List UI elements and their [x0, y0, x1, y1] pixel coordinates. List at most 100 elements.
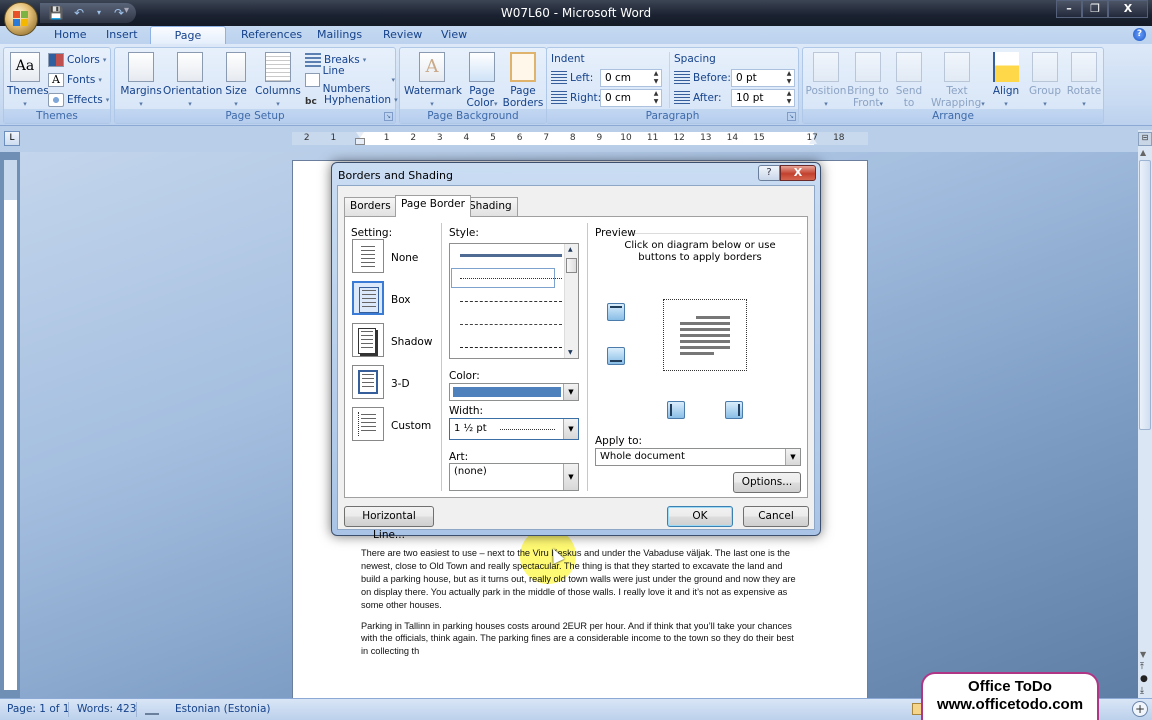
rotate-button[interactable]: Rotate ▾ — [1065, 52, 1103, 110]
scroll-down-icon[interactable]: ▼ — [1140, 650, 1146, 659]
paragraph[interactable]: Parking in Tallinn in parking houses cos… — [361, 620, 801, 659]
top-border-button[interactable] — [607, 303, 625, 321]
spacing-after-input[interactable]: 10 pt ▲ ▼ — [731, 89, 795, 107]
left-border-button[interactable] — [667, 401, 685, 419]
spacing-before-spinner[interactable]: ▲ ▼ — [784, 70, 794, 86]
orientation-button[interactable]: Orientation ▾ — [163, 52, 222, 110]
apply-to-dropdown[interactable]: Whole document ▼ — [595, 448, 801, 466]
setting-box-icon[interactable] — [352, 281, 384, 315]
vertical-ruler[interactable] — [4, 160, 17, 690]
setting-shadow-icon[interactable] — [352, 323, 384, 357]
preview-page[interactable] — [663, 299, 747, 371]
spacing-after-spinner[interactable]: ▲ ▼ — [784, 90, 794, 106]
colors-button[interactable]: Colors ▾ — [48, 51, 106, 69]
width-dropdown-arrow-icon[interactable]: ▼ — [563, 419, 578, 439]
next-page-icon[interactable]: ⤓ — [1140, 686, 1144, 696]
style-scroll-thumb[interactable] — [566, 258, 577, 273]
indent-left-spinner[interactable]: ▲ ▼ — [651, 70, 661, 86]
fonts-button[interactable]: A Fonts ▾ — [48, 71, 102, 89]
previous-page-icon[interactable]: ⤒ — [1140, 662, 1144, 672]
cancel-button[interactable]: Cancel — [743, 506, 809, 527]
dialog-tab-page-border[interactable]: Page Border — [395, 195, 471, 217]
width-dropdown[interactable]: 1 ½ pt ▼ — [449, 418, 579, 440]
art-dropdown[interactable]: (none) ▼ — [449, 463, 579, 491]
setting-box-label[interactable]: Box — [391, 294, 411, 306]
setting-3d-icon[interactable] — [352, 365, 384, 399]
language-indicator[interactable]: Estonian (Estonia) — [175, 703, 271, 715]
scroll-thumb[interactable] — [1139, 160, 1151, 430]
indent-right-input[interactable]: 0 cm ▲ ▼ — [600, 89, 662, 107]
style-option-dash-dot[interactable] — [460, 347, 562, 348]
page-count[interactable]: Page: 1 of 1 — [7, 703, 69, 715]
style-option-dashed[interactable] — [460, 324, 562, 325]
align-button[interactable]: Align ▾ — [989, 52, 1023, 110]
page-color-button[interactable]: Page Color▾ — [462, 52, 502, 110]
dialog-tab-borders[interactable]: Borders — [344, 197, 397, 216]
help-icon[interactable]: ? — [1133, 28, 1146, 41]
tab-view[interactable]: View — [435, 26, 473, 44]
setting-none-label[interactable]: None — [391, 252, 418, 264]
page-setup-launcher-icon[interactable]: ↘ — [384, 112, 393, 121]
horizontal-line-button[interactable]: Horizontal Line... — [344, 506, 434, 541]
spacing-before-input[interactable]: 0 pt ▲ ▼ — [731, 69, 795, 87]
restore-button[interactable]: ❐ — [1082, 0, 1108, 18]
bring-to-front-button[interactable]: Bring to Front▾ — [847, 52, 889, 110]
dialog-help-button[interactable]: ? — [758, 165, 780, 181]
line-numbers-button[interactable]: Line Numbers ▾ — [305, 65, 395, 95]
art-dropdown-arrow-icon[interactable]: ▼ — [563, 464, 578, 490]
tab-references[interactable]: References — [235, 26, 308, 44]
text-wrapping-button[interactable]: Text Wrapping▾ — [931, 52, 985, 110]
setting-none-icon[interactable] — [352, 239, 384, 273]
themes-button[interactable]: Aa Themes ▾ — [7, 52, 49, 110]
style-scrollbar[interactable]: ▲ ▼ — [564, 244, 578, 358]
columns-button[interactable]: Columns ▾ — [255, 52, 301, 110]
style-scroll-up-icon[interactable]: ▲ — [568, 246, 573, 253]
style-option-solid[interactable] — [460, 254, 562, 257]
word-count[interactable]: Words: 423 — [77, 703, 136, 715]
style-option-dashed-small[interactable] — [460, 301, 562, 302]
dialog-tab-shading[interactable]: Shading — [463, 197, 518, 216]
dialog-close-button[interactable]: X — [780, 165, 816, 181]
setting-custom-label[interactable]: Custom — [391, 420, 431, 432]
tab-review[interactable]: Review — [377, 26, 428, 44]
left-indent-marker[interactable] — [355, 138, 365, 145]
paragraph[interactable]: There are two easiest to use – next to t… — [361, 547, 801, 612]
margins-button[interactable]: Margins ▾ — [119, 52, 163, 110]
minimize-button[interactable]: – — [1056, 0, 1082, 18]
proofing-icon[interactable] — [145, 703, 159, 715]
watermark-button[interactable]: A Watermark ▾ — [404, 52, 462, 110]
setting-custom-icon[interactable] — [352, 407, 384, 441]
view-ruler-icon[interactable]: ⊟ — [1138, 132, 1152, 146]
setting-3d-label[interactable]: 3-D — [391, 378, 410, 390]
page-borders-button[interactable]: Page Borders — [502, 52, 544, 109]
bottom-border-button[interactable] — [607, 347, 625, 365]
apply-to-dropdown-arrow-icon[interactable]: ▼ — [785, 449, 800, 465]
hyphenation-button[interactable]: bc Hyphenation ▾ — [305, 91, 398, 109]
vertical-scrollbar[interactable]: ⊟ ▲ ▼ ⤒ ● ⤓ — [1138, 130, 1152, 698]
tab-insert[interactable]: Insert — [100, 26, 144, 44]
position-button[interactable]: Position ▾ — [805, 52, 847, 110]
color-dropdown-arrow-icon[interactable]: ▼ — [563, 384, 578, 400]
style-scroll-down-icon[interactable]: ▼ — [568, 349, 573, 356]
right-border-button[interactable] — [725, 401, 743, 419]
tab-page-layout[interactable]: Page Layout — [150, 26, 226, 60]
office-button[interactable] — [4, 2, 38, 36]
right-indent-marker[interactable] — [809, 137, 817, 144]
scroll-up-icon[interactable]: ▲ — [1140, 148, 1146, 157]
group-button[interactable]: Group ▾ — [1027, 52, 1063, 110]
style-listbox[interactable]: ▲ ▼ — [449, 243, 579, 359]
tab-mailings[interactable]: Mailings — [311, 26, 368, 44]
size-button[interactable]: Size ▾ — [221, 52, 251, 110]
preview-diagram[interactable] — [593, 217, 807, 417]
horizontal-ruler[interactable]: 2 1 1 2 3 4 5 6 7 8 9 10 11 12 13 14 15 17 18 — [292, 132, 868, 145]
indent-left-input[interactable]: 0 cm ▲ ▼ — [600, 69, 662, 87]
document-body[interactable]: There are two easiest to use – next to t… — [361, 547, 801, 666]
style-option-dotted[interactable] — [460, 278, 562, 279]
select-browse-object-icon[interactable]: ● — [1140, 674, 1148, 684]
tab-selector-button[interactable]: L — [4, 131, 20, 146]
close-button[interactable]: X — [1108, 0, 1148, 18]
indent-right-spinner[interactable]: ▲ ▼ — [651, 90, 661, 106]
tab-home[interactable]: Home — [48, 26, 92, 44]
color-dropdown[interactable]: ▼ — [449, 383, 579, 401]
ok-button[interactable]: OK — [667, 506, 733, 527]
